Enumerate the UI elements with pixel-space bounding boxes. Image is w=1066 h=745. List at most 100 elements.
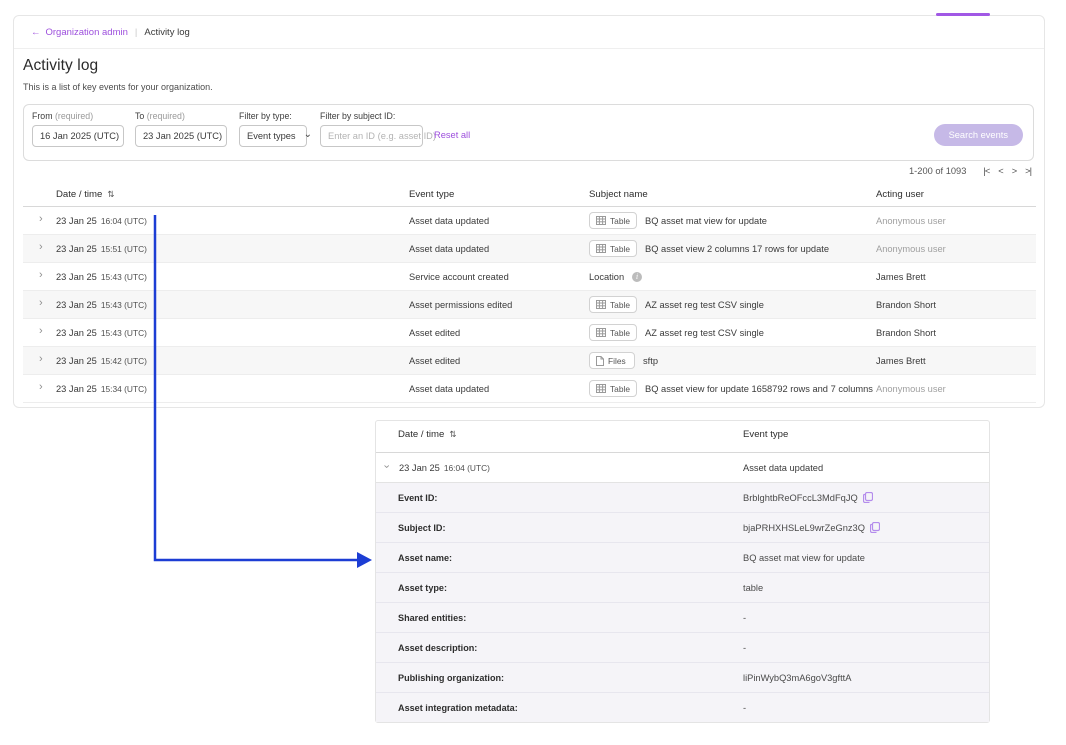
prev-page-icon[interactable]: < — [998, 166, 1002, 176]
activity-log-card: ← Organization admin | Activity log Acti… — [13, 15, 1045, 408]
row-time: 15:43 (UTC) — [101, 328, 147, 338]
table-row[interactable]: › 23 Jan 25 15:34 (UTC) Asset data updat… — [23, 375, 1036, 403]
collapse-row-icon[interactable]: › — [380, 465, 391, 469]
detail-field-value: bjaPRHXHSLeL9wrZeGnz3Q — [743, 523, 865, 533]
row-date: 23 Jan 25 — [56, 384, 97, 394]
sort-icon[interactable]: ⇅ — [449, 429, 456, 440]
row-date: 23 Jan 25 — [56, 272, 97, 282]
from-required-hint: (required) — [55, 111, 93, 121]
column-event-type: Event type — [409, 189, 454, 200]
column-acting-user: Acting user — [876, 189, 924, 200]
chevron-down-icon: ⌄ — [304, 132, 312, 138]
detail-field-value: - — [743, 643, 746, 653]
table-row[interactable]: › 23 Jan 25 15:42 (UTC) Asset edited Fil… — [23, 347, 1036, 375]
file-icon — [596, 356, 604, 366]
detail-field-value: BrblghtbReOFccL3MdFqJQ — [743, 493, 858, 503]
row-subject-name: AZ asset reg test CSV single — [645, 300, 764, 310]
table-row[interactable]: › 23 Jan 25 15:43 (UTC) Asset edited Tab… — [23, 319, 1036, 347]
row-date: 23 Jan 25 — [56, 244, 97, 254]
back-link[interactable]: ← Organization admin — [31, 27, 128, 38]
from-date-input[interactable]: 16 Jan 2025 (UTC) — [32, 125, 124, 147]
expand-row-icon[interactable]: › — [39, 270, 43, 281]
expanded-row-event-type: Asset data updated — [743, 453, 823, 482]
table-row[interactable]: › 23 Jan 25 16:04 (UTC) Asset data updat… — [23, 207, 1036, 235]
table-icon — [596, 384, 606, 393]
subject-id-input[interactable]: Enter an ID (e.g. asset ID) — [320, 125, 423, 147]
detail-field-label: Asset name: — [398, 543, 452, 572]
next-page-icon[interactable]: > — [1012, 166, 1016, 176]
detail-field-label: Subject ID: — [398, 513, 446, 542]
to-date-group: To (required) 23 Jan 2025 (UTC) — [135, 111, 227, 147]
table-icon — [596, 328, 606, 337]
pagination: 1-200 of 1093 |< < > >| — [909, 166, 1031, 176]
event-types-select[interactable]: Event types ⌄ — [239, 125, 307, 147]
detail-field-row: Event ID: BrblghtbReOFccL3MdFqJQ — [376, 483, 989, 513]
badge-label: Table — [610, 300, 630, 310]
row-event-type: Asset edited — [409, 319, 460, 346]
detail-fields: Event ID: BrblghtbReOFccL3MdFqJQ Subject… — [376, 483, 989, 722]
table-row[interactable]: › 23 Jan 25 15:43 (UTC) Asset permission… — [23, 291, 1036, 319]
row-date: 23 Jan 25 — [56, 328, 97, 338]
first-page-icon[interactable]: |< — [983, 166, 989, 176]
sort-icon[interactable]: ⇅ — [107, 189, 114, 200]
row-acting-user: James Brett — [876, 347, 926, 374]
copy-icon[interactable] — [863, 492, 873, 503]
reset-all-link[interactable]: Reset all — [434, 130, 470, 140]
subject-type-badge: Table — [589, 380, 637, 397]
row-acting-user: Anonymous user — [876, 375, 946, 402]
row-event-type: Asset edited — [409, 347, 460, 374]
copy-icon[interactable] — [870, 522, 880, 533]
detail-column-date-time[interactable]: Date / time — [398, 429, 444, 440]
detail-field-label: Event ID: — [398, 483, 437, 512]
row-date: 23 Jan 25 — [56, 216, 97, 226]
activity-table-header: Date / time ⇅ Event type Subject name Ac… — [23, 189, 1036, 207]
detail-field-row: Asset integration metadata: - — [376, 693, 989, 722]
info-icon[interactable]: i — [632, 272, 642, 282]
to-date-input[interactable]: 23 Jan 2025 (UTC) — [135, 125, 227, 147]
activity-table-body: › 23 Jan 25 16:04 (UTC) Asset data updat… — [23, 207, 1036, 403]
row-event-type: Asset data updated — [409, 235, 489, 262]
table-row[interactable]: › 23 Jan 25 15:51 (UTC) Asset data updat… — [23, 235, 1036, 263]
detail-field-value: - — [743, 613, 746, 623]
column-subject-name: Subject name — [589, 189, 648, 200]
last-page-icon[interactable]: >| — [1025, 166, 1031, 176]
top-active-tab-indicator — [936, 13, 990, 16]
breadcrumb-link-label: Organization admin — [46, 27, 128, 38]
expand-row-icon[interactable]: › — [39, 242, 43, 253]
detail-column-event-type: Event type — [743, 429, 788, 440]
badge-label: Table — [610, 244, 630, 254]
column-date-time[interactable]: Date / time — [56, 189, 102, 200]
expand-row-icon[interactable]: › — [39, 214, 43, 225]
search-events-button[interactable]: Search events — [934, 124, 1023, 146]
activity-table: Date / time ⇅ Event type Subject name Ac… — [23, 189, 1036, 403]
page-subtitle: This is a list of key events for your or… — [23, 82, 213, 92]
expanded-row-date: 23 Jan 25 — [399, 463, 440, 473]
type-filter-group: Filter by type: Event types ⌄ — [239, 111, 307, 147]
expand-row-icon[interactable]: › — [39, 298, 43, 309]
detail-field-row: Shared entities: - — [376, 603, 989, 633]
subject-type-badge: Table — [589, 212, 637, 229]
detail-field-value: table — [743, 583, 763, 593]
detail-field-label: Asset type: — [398, 573, 447, 602]
detail-field-row: Asset name: BQ asset mat view for update — [376, 543, 989, 573]
breadcrumb: ← Organization admin | Activity log — [14, 16, 1044, 49]
expanded-row[interactable]: › 23 Jan 25 16:04 (UTC) Asset data updat… — [376, 453, 989, 483]
row-acting-user: Brandon Short — [876, 319, 936, 346]
row-subject-name: BQ asset view 2 columns 17 rows for upda… — [645, 244, 829, 254]
to-label: To — [135, 111, 144, 121]
detail-field-value: liPinWybQ3mA6goV3gfttA — [743, 673, 851, 683]
row-subject-name: BQ asset mat view for update — [645, 216, 767, 226]
row-date: 23 Jan 25 — [56, 300, 97, 310]
expand-row-icon[interactable]: › — [39, 382, 43, 393]
expand-row-icon[interactable]: › — [39, 326, 43, 337]
row-time: 15:51 (UTC) — [101, 244, 147, 254]
from-date-group: From (required) 16 Jan 2025 (UTC) — [32, 111, 124, 147]
detail-field-label: Asset integration metadata: — [398, 693, 518, 722]
subject-filter-group: Filter by subject ID: Enter an ID (e.g. … — [320, 111, 423, 147]
row-time: 15:42 (UTC) — [101, 356, 147, 366]
subject-type-badge: Table — [589, 240, 637, 257]
expanded-row-time: 16:04 (UTC) — [444, 463, 490, 473]
detail-field-label: Shared entities: — [398, 603, 466, 632]
expand-row-icon[interactable]: › — [39, 354, 43, 365]
table-row[interactable]: › 23 Jan 25 15:43 (UTC) Service account … — [23, 263, 1036, 291]
